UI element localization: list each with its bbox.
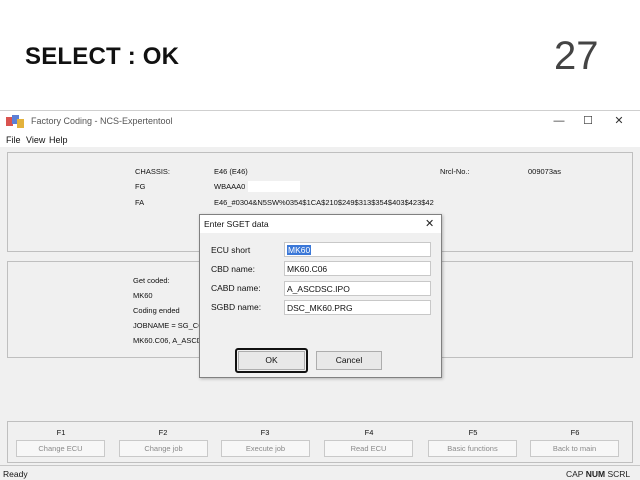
basic-functions-button[interactable]: Basic functions: [428, 440, 517, 457]
read-ecu-button[interactable]: Read ECU: [324, 440, 413, 457]
window-title: Factory Coding - NCS-Expertentool: [31, 116, 173, 126]
status-line-1: Get coded:: [133, 276, 170, 285]
cabd-name-label: CABD name:: [211, 283, 261, 293]
f5-key-label: F5: [468, 428, 478, 437]
cabd-name-input[interactable]: A_ASCDSC.IPO: [284, 281, 431, 296]
ecu-short-value: MK60: [287, 245, 312, 255]
close-icon[interactable]: ✕: [612, 115, 626, 127]
window-titlebar[interactable]: Factory Coding - NCS-Expertentool — ☐ ✕: [0, 111, 640, 133]
menubar: File View Help: [0, 133, 640, 147]
sget-dialog: Enter SGET data ✕ ECU short MK60 CBD nam…: [199, 214, 442, 378]
f4-key-label: F4: [364, 428, 374, 437]
dialog-title: Enter SGET data: [204, 219, 269, 229]
menu-help[interactable]: Help: [49, 135, 68, 145]
minimize-icon[interactable]: —: [552, 115, 566, 127]
app-icon: [6, 115, 24, 128]
cbd-name-label: CBD name:: [211, 264, 255, 274]
scrl-indicator: SCRL: [607, 469, 631, 479]
fg-value: WBAAA0: [214, 182, 246, 191]
num-indicator: NUM: [585, 469, 606, 479]
f6-key-label: F6: [570, 428, 580, 437]
nrcl-value: 009073as: [528, 167, 561, 176]
status-ready: Ready: [3, 469, 28, 479]
change-job-button[interactable]: Change job: [119, 440, 208, 457]
cbd-name-input[interactable]: MK60.C06: [284, 261, 431, 276]
fa-value: E46_#0304&N5SW%0354$1CA$210$249$313$354$…: [214, 198, 434, 207]
execute-job-button[interactable]: Execute job: [221, 440, 310, 457]
slide-number: 27: [554, 34, 599, 78]
chassis-value: E46 (E46): [214, 167, 248, 176]
cap-indicator: CAP: [566, 469, 584, 479]
f3-key-label: F3: [260, 428, 270, 437]
slide-title: SELECT : OK: [25, 43, 180, 70]
change-ecu-button[interactable]: Change ECU: [16, 440, 105, 457]
sgbd-name-input[interactable]: DSC_MK60.PRG: [284, 300, 431, 315]
statusbar: Ready CAP NUM SCRL: [0, 465, 640, 480]
ecu-short-input[interactable]: MK60: [284, 242, 431, 257]
ok-button[interactable]: OK: [238, 351, 305, 370]
fg-label: FG: [135, 182, 146, 191]
f1-key-label: F1: [56, 428, 66, 437]
menu-file[interactable]: File: [6, 135, 21, 145]
ecu-short-label: ECU short: [211, 245, 251, 255]
nrcl-label: Nrcl-No.:: [440, 167, 470, 176]
chassis-label: CHASSIS:: [135, 167, 171, 176]
menu-view[interactable]: View: [26, 135, 45, 145]
status-line-5: MK60.C06, A_ASCD: [133, 336, 203, 345]
redacted-vin: [248, 181, 300, 192]
sgbd-name-label: SGBD name:: [211, 302, 262, 312]
status-line-2: MK60: [133, 291, 153, 300]
maximize-icon[interactable]: ☐: [581, 115, 595, 127]
status-line-3: Coding ended: [133, 306, 180, 315]
status-line-4: JOBNAME = SG_CO: [133, 321, 205, 330]
back-to-main-button[interactable]: Back to main: [530, 440, 619, 457]
cancel-button[interactable]: Cancel: [316, 351, 382, 370]
f2-key-label: F2: [158, 428, 168, 437]
status-indicators: CAP NUM SCRL: [566, 469, 630, 479]
fa-label: FA: [135, 198, 145, 207]
dialog-close-icon[interactable]: ✕: [425, 217, 434, 230]
dialog-titlebar[interactable]: Enter SGET data ✕: [200, 215, 441, 233]
